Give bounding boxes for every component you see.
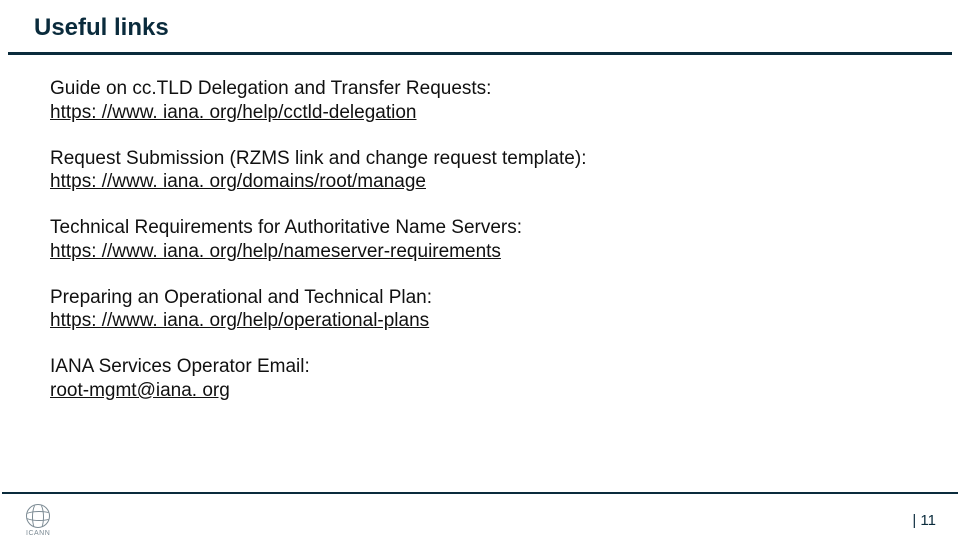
link-description: Guide on cc.TLD Delegation and Transfer … — [50, 77, 940, 101]
page-title: Useful links — [0, 0, 960, 52]
footer-rule — [2, 492, 958, 494]
slide: Useful links Guide on cc.TLD Delegation … — [0, 0, 960, 540]
link-item: IANA Services Operator Email: root-mgmt@… — [50, 355, 940, 403]
page-number: | 11 — [912, 512, 936, 529]
globe-icon — [26, 504, 50, 528]
link-item: Preparing an Operational and Technical P… — [50, 286, 940, 334]
link-cctld-delegation[interactable]: https: //www. iana. org/help/cctld-deleg… — [50, 102, 416, 123]
link-description: IANA Services Operator Email: — [50, 355, 940, 379]
link-operational-plans[interactable]: https: //www. iana. org/help/operational… — [50, 310, 429, 331]
link-item: Request Submission (RZMS link and change… — [50, 147, 940, 195]
footer: ICANN | 11 — [0, 496, 960, 540]
link-nameserver-requirements[interactable]: https: //www. iana. org/help/nameserver-… — [50, 241, 501, 262]
content-area: Guide on cc.TLD Delegation and Transfer … — [0, 55, 960, 403]
link-description: Preparing an Operational and Technical P… — [50, 286, 940, 310]
link-root-mgmt-email[interactable]: root-mgmt@iana. org — [50, 380, 230, 401]
link-root-manage[interactable]: https: //www. iana. org/domains/root/man… — [50, 171, 426, 192]
logo-label: ICANN — [26, 530, 50, 537]
link-item: Guide on cc.TLD Delegation and Transfer … — [50, 77, 940, 125]
link-description: Technical Requirements for Authoritative… — [50, 216, 940, 240]
link-description: Request Submission (RZMS link and change… — [50, 147, 940, 171]
link-item: Technical Requirements for Authoritative… — [50, 216, 940, 264]
icann-logo: ICANN — [26, 504, 50, 537]
